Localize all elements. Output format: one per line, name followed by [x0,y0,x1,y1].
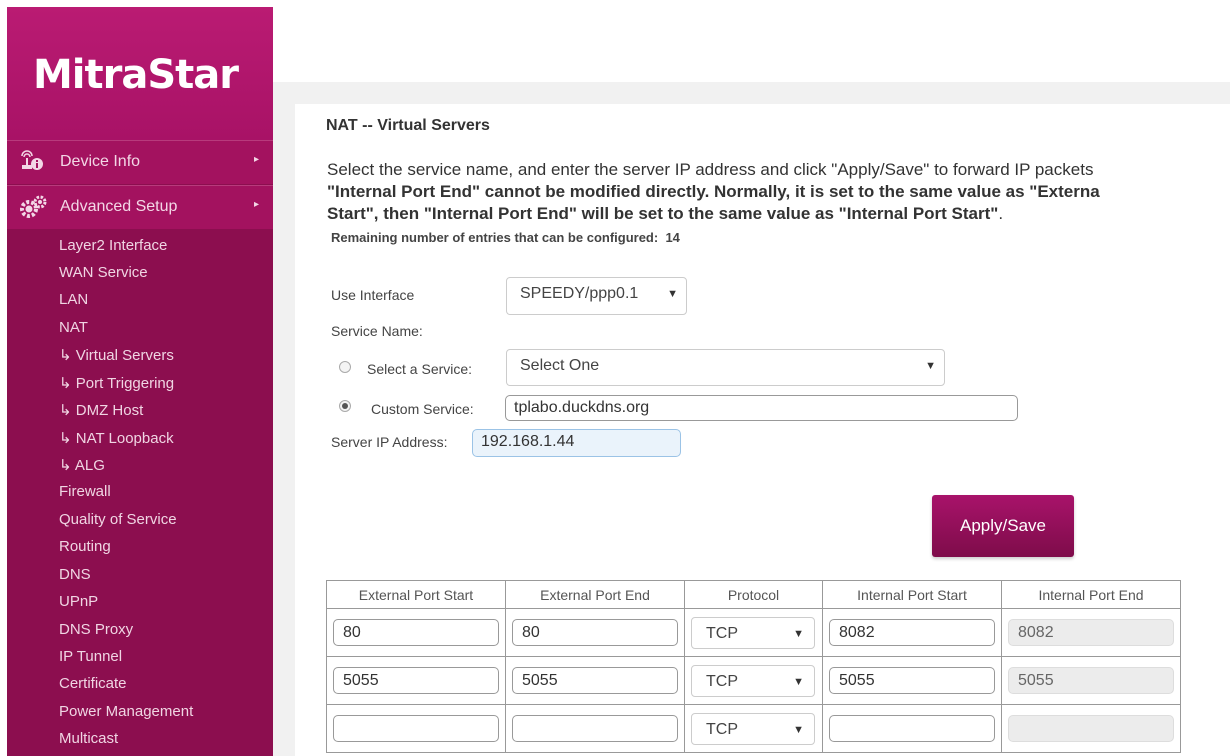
use-interface-select[interactable]: SPEEDY/ppp0.1 ▼ [506,277,687,315]
sidebar-item[interactable]: Routing [59,538,111,555]
select-service-radio[interactable] [339,361,351,373]
col-internal-port-start: Internal Port Start [822,580,1002,609]
custom-service-radio[interactable] [339,400,351,412]
internal-port-end-input: 8082 [1008,619,1174,646]
sidebar-item[interactable]: Quality of Service [59,511,177,528]
sidebar-item[interactable]: Power Management [59,703,193,720]
nav-device-info[interactable]: Device Info ▸ [7,140,273,184]
page-title: NAT -- Virtual Servers [326,117,490,134]
dropdown-arrow-icon: ▼ [793,628,804,640]
top-band [273,82,1230,104]
logo-area: MitraStar [7,7,273,140]
description-line-2: "Internal Port End" cannot be modified d… [327,182,1100,201]
sidebar-item[interactable]: ↳ DMZ Host [59,401,143,419]
sidebar-item[interactable]: ↳ Virtual Servers [59,346,174,364]
sidebar-item[interactable]: ↳ NAT Loopback [59,429,174,447]
internal-port-end-input: 5055 [1008,667,1174,694]
sidebar-item[interactable]: ↳ Port Triggering [59,374,174,392]
remaining-entries: Remaining number of entries that can be … [331,230,680,245]
select-service-label: Select a Service: [367,361,473,377]
protocol-select[interactable]: TCP ▼ [691,665,815,697]
server-ip-input[interactable]: 192.168.1.44 [472,429,681,457]
dropdown-arrow-icon: ▼ [667,288,678,300]
internal-port-start-input[interactable]: 8082 [829,619,995,646]
col-external-port-end: External Port End [505,580,685,609]
sidebar-item[interactable]: Multicast [59,730,118,747]
sidebar-item[interactable]: DNS Proxy [59,621,133,638]
external-port-end-input[interactable] [512,715,678,742]
sidebar: MitraStar Device Info ▸ Advanced Setup ▸… [7,7,273,756]
sidebar-item[interactable]: LAN [59,291,88,308]
external-port-start-input[interactable]: 80 [333,619,499,646]
custom-service-label: Custom Service: [371,401,474,417]
sidebar-item[interactable]: ↳ ALG [59,456,105,474]
description-line-1: Select the service name, and enter the s… [327,160,1094,179]
apply-save-button[interactable]: Apply/Save [932,495,1074,557]
server-ip-label: Server IP Address: [331,434,448,450]
dropdown-arrow-icon: ▼ [925,360,936,372]
sidebar-item[interactable]: UPnP [59,593,98,610]
protocol-select[interactable]: TCP ▼ [691,617,815,649]
external-port-end-input[interactable]: 80 [512,619,678,646]
internal-port-start-input[interactable] [829,715,995,742]
service-name-label: Service Name: [331,323,423,339]
use-interface-label: Use Interface [331,287,415,303]
main-content: NAT -- Virtual Servers Select the servic… [295,104,1230,756]
nav-device-info-label: Device Info [60,153,141,170]
table-row: TCP ▼ [326,704,1181,753]
external-port-start-input[interactable]: 5055 [333,667,499,694]
remaining-count: 14 [665,230,680,245]
col-internal-port-end: Internal Port End [1001,580,1181,609]
port-table: External Port Start External Port End Pr… [326,580,1181,753]
nav-advanced-setup[interactable]: Advanced Setup ▸ [7,185,273,229]
sidebar-item[interactable]: IP Tunnel [59,648,122,665]
col-protocol: Protocol [684,580,823,609]
select-service-dropdown[interactable]: Select One ▼ [506,349,945,386]
table-row: 5055 5055 TCP ▼ 5055 5055 [326,656,1181,705]
col-external-port-start: External Port Start [326,580,506,609]
triangle-right-icon: ▸ [253,154,259,165]
internal-port-end-input [1008,715,1174,742]
sidebar-item[interactable]: Layer2 Interface [59,237,167,254]
sidebar-item[interactable]: DNS [59,566,91,583]
gears-icon [19,195,47,219]
sidebar-item[interactable]: Certificate [59,675,127,692]
sidebar-item[interactable]: Firewall [59,483,111,500]
mitrastar-logo: MitraStar [33,52,239,98]
content-gutter [273,104,295,756]
external-port-start-input[interactable] [333,715,499,742]
protocol-select[interactable]: TCP ▼ [691,713,815,745]
triangle-right-icon: ▸ [253,199,259,210]
sidebar-item[interactable]: NAT [59,319,88,336]
custom-service-input[interactable]: tplabo.duckdns.org [505,395,1018,421]
description-line-3: Start", then "Internal Port End" will be… [327,204,1004,223]
nav-advanced-setup-label: Advanced Setup [60,198,178,215]
dropdown-arrow-icon: ▼ [793,676,804,688]
external-port-end-input[interactable]: 5055 [512,667,678,694]
antenna-info-icon [19,150,43,174]
dropdown-arrow-icon: ▼ [793,724,804,736]
table-row: 80 80 TCP ▼ 8082 8082 [326,608,1181,657]
sidebar-item[interactable]: WAN Service [59,264,148,281]
table-header-row: External Port Start External Port End Pr… [326,580,1181,609]
internal-port-start-input[interactable]: 5055 [829,667,995,694]
